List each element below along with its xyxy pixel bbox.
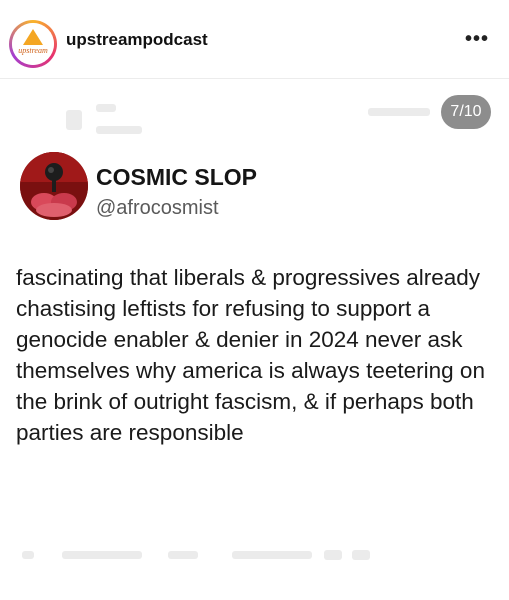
account-avatar-image: upstream (12, 23, 54, 65)
account-avatar-text: upstream (18, 46, 48, 55)
post-text: fascinating that liberals & progressives… (16, 265, 485, 445)
ghost-line (96, 104, 116, 112)
author-handle[interactable]: @afrocosmist (96, 197, 219, 220)
author-name[interactable]: COSMIC SLOP (96, 164, 257, 191)
ghost-icon (66, 110, 82, 130)
author-avatar[interactable] (20, 152, 88, 220)
post-header: upstream upstreampodcast ••• (0, 0, 509, 79)
carousel-counter[interactable]: 7/10 (441, 95, 491, 129)
author-avatar-icon (20, 152, 88, 220)
footer-ghost (0, 545, 509, 565)
upstream-logo-icon: upstream (12, 23, 54, 65)
ghost-line (96, 126, 142, 134)
more-options-icon[interactable]: ••• (465, 28, 489, 51)
account-avatar[interactable]: upstream (9, 20, 57, 68)
ghost-line (368, 108, 430, 116)
account-handle[interactable]: upstreampodcast (66, 30, 208, 50)
